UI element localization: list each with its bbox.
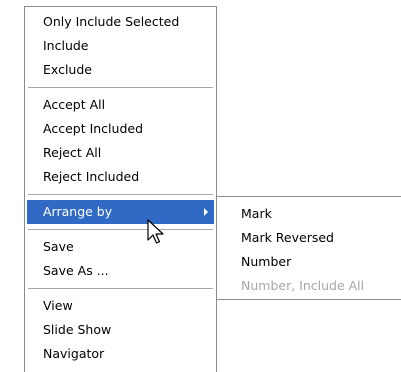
menu-item-view[interactable]: View	[25, 294, 216, 318]
menu-separator	[28, 87, 213, 88]
menu-item-reject-included[interactable]: Reject Included	[25, 165, 216, 189]
menu-item-navigator[interactable]: Navigator	[25, 342, 216, 366]
menu-item-accept-all[interactable]: Accept All	[25, 93, 216, 117]
submenu-item-mark-reversed[interactable]: Mark Reversed	[217, 226, 401, 250]
menu-item-reject-all[interactable]: Reject All	[25, 141, 216, 165]
menu-item-accept-included[interactable]: Accept Included	[25, 117, 216, 141]
menu-item-slide-show[interactable]: Slide Show	[25, 318, 216, 342]
menu-separator	[28, 288, 213, 289]
menu-item-save[interactable]: Save	[25, 235, 216, 259]
submenu-item-number[interactable]: Number	[217, 250, 401, 274]
mouse-pointer-icon	[147, 219, 164, 244]
menu-item-arrange-by-label: Arrange by	[43, 204, 113, 219]
context-menu: Only Include Selected Include Exclude Ac…	[24, 6, 217, 372]
submenu-item-number-include-all: Number, Include All	[241, 278, 365, 293]
menu-separator	[28, 229, 213, 230]
menu-item-exclude[interactable]: Exclude	[25, 58, 216, 82]
submenu-item-mark[interactable]: Mark	[217, 202, 401, 226]
menu-item-only-include-selected[interactable]: Only Include Selected	[25, 10, 216, 34]
chevron-right-icon	[204, 208, 208, 216]
menu-separator	[28, 194, 213, 195]
menu-item-include[interactable]: Include	[25, 34, 216, 58]
arrange-by-submenu: Mark Mark Reversed Number Number, Includ…	[216, 196, 401, 300]
screen: Only Include Selected Include Exclude Ac…	[0, 0, 401, 372]
menu-item-arrange-by[interactable]: Arrange by	[27, 200, 214, 224]
menu-item-save-as[interactable]: Save As ...	[25, 259, 216, 283]
